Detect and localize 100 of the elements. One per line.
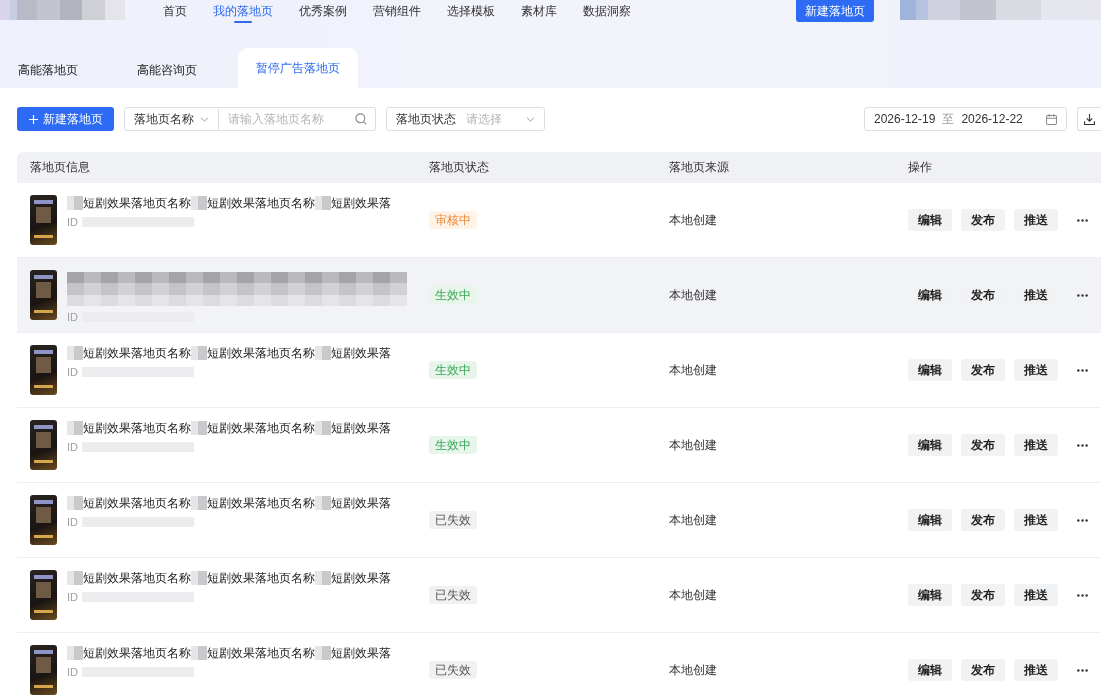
column-header: 落地页来源 — [669, 160, 730, 175]
nav-link[interactable]: 素材库 — [521, 0, 557, 24]
blurred-text — [191, 496, 207, 510]
end-date: 2026-12-22 — [961, 112, 1023, 126]
thumbnail-placeholder — [30, 570, 57, 620]
more-icon[interactable] — [1077, 443, 1088, 447]
action-button[interactable]: 发布 — [961, 359, 1005, 381]
create-page-button[interactable]: 新建落地页 — [17, 107, 114, 131]
status-select[interactable]: 落地页状态 请选择 — [386, 107, 545, 131]
select-placeholder: 请选择 — [466, 110, 502, 128]
blurred-text — [191, 346, 207, 360]
tab[interactable]: 暂停广告落地页 — [238, 48, 358, 88]
tab[interactable]: 高能咨询页 — [119, 48, 215, 88]
action-button[interactable]: 发布 — [961, 584, 1005, 606]
nav-link[interactable]: 优秀案例 — [299, 0, 347, 24]
select-label: 落地页状态 — [396, 110, 456, 128]
action-button[interactable]: 发布 — [961, 509, 1005, 531]
column-header: 操作 — [908, 160, 933, 175]
page-name: 短剧效果落地页名称 — [83, 419, 191, 437]
column-header: 落地页信息 — [29, 160, 91, 175]
id-label: ID — [67, 311, 78, 323]
range-separator: 至 — [942, 110, 955, 128]
action-button[interactable]: 推送 — [1014, 209, 1058, 231]
more-icon[interactable] — [1077, 218, 1088, 222]
blurred-text — [67, 196, 83, 210]
thumbnail-placeholder — [30, 420, 57, 470]
column-header: 落地页状态 — [429, 160, 490, 175]
status-badge: 生效中 — [429, 286, 477, 304]
thumbnail-placeholder — [30, 495, 57, 545]
plus-icon — [28, 114, 38, 124]
blurred-text — [315, 496, 331, 510]
action-button[interactable]: 发布 — [961, 434, 1005, 456]
action-button[interactable]: 推送 — [1014, 584, 1058, 606]
action-button[interactable]: 推送 — [1014, 659, 1058, 681]
date-range-field[interactable]: 2026-12-19 至 2026-12-22 — [864, 107, 1067, 131]
field-select[interactable]: 落地页名称 — [124, 107, 219, 131]
action-button[interactable]: 编辑 — [908, 209, 952, 231]
caret-icon — [200, 116, 209, 122]
more-icon[interactable] — [1077, 668, 1088, 672]
source-text: 本地创建 — [669, 211, 717, 229]
more-icon[interactable] — [1077, 593, 1088, 597]
search-icon — [355, 113, 367, 125]
thumbnail-placeholder — [30, 345, 57, 395]
source-text: 本地创建 — [669, 361, 717, 379]
page-name: 短剧效果落地页名称 — [83, 344, 191, 362]
status-badge: 已失效 — [429, 661, 477, 679]
nav-link[interactable]: 数据洞察 — [583, 0, 631, 24]
status-badge: 生效中 — [429, 436, 477, 454]
action-button[interactable]: 编辑 — [908, 509, 952, 531]
action-button[interactable]: 推送 — [1014, 359, 1058, 381]
source-text: 本地创建 — [669, 286, 717, 304]
more-icon[interactable] — [1077, 293, 1088, 297]
blurred-text — [315, 346, 331, 360]
action-button[interactable]: 编辑 — [908, 584, 952, 606]
id-label: ID — [67, 366, 78, 378]
tab[interactable]: 高能落地页 — [0, 48, 96, 88]
source-text: 本地创建 — [669, 511, 717, 529]
blurred-text — [191, 571, 207, 585]
page-name: 短剧效果落地页名称 — [83, 194, 191, 212]
source-text: 本地创建 — [669, 436, 717, 454]
page-name: 短剧效果落地页名称 — [207, 344, 315, 362]
thumbnail-placeholder — [30, 270, 57, 320]
page-name: 短剧效果落地页名称 — [207, 419, 315, 437]
nav-link[interactable]: 营销组件 — [373, 0, 421, 24]
nav-link[interactable]: 选择模板 — [447, 0, 495, 24]
blurred-text — [67, 421, 83, 435]
nav-link[interactable]: 首页 — [163, 0, 187, 24]
action-button[interactable]: 编辑 — [908, 659, 952, 681]
action-button[interactable]: 发布 — [961, 659, 1005, 681]
page-name: 短剧效果落地页名称 — [207, 194, 315, 212]
action-button[interactable]: 编辑 — [908, 359, 952, 381]
page-name: 短剧效果落地页名称 — [207, 569, 315, 587]
action-button[interactable]: 发布 — [961, 209, 1005, 231]
page-name: 短剧效果落地页名称 — [83, 494, 191, 512]
page-name: 短剧效果落地页名称 — [207, 644, 315, 662]
blurred-text — [191, 421, 207, 435]
status-badge: 审核中 — [429, 211, 477, 229]
status-badge: 已失效 — [429, 511, 477, 529]
download-icon — [1084, 113, 1095, 125]
search-field[interactable]: 请输入落地页名称 — [219, 107, 376, 131]
action-button[interactable]: 推送 — [1014, 434, 1058, 456]
action-button[interactable]: 推送 — [1014, 509, 1058, 531]
blurred-text — [315, 196, 331, 210]
calendar-icon — [1046, 113, 1057, 125]
create-page-button[interactable]: 新建落地页 — [796, 0, 874, 22]
nav-link[interactable]: 我的落地页 — [213, 0, 273, 24]
page-name: 短剧效果落地页名称 — [83, 644, 191, 662]
blurred-text — [191, 646, 207, 660]
more-icon[interactable] — [1077, 518, 1088, 522]
download-button[interactable] — [1077, 107, 1101, 131]
more-icon[interactable] — [1077, 368, 1088, 372]
status-badge: 生效中 — [429, 361, 477, 379]
id-label: ID — [67, 591, 78, 603]
page-name: 短剧效果落 — [331, 344, 391, 362]
page-name: 短剧效果落 — [331, 494, 391, 512]
action-button[interactable]: 编辑 — [908, 434, 952, 456]
page-name: 短剧效果落 — [331, 644, 391, 662]
page-name: 短剧效果落 — [331, 569, 391, 587]
id-label: ID — [67, 216, 78, 228]
page-name: 短剧效果落地页名称 — [83, 569, 191, 587]
